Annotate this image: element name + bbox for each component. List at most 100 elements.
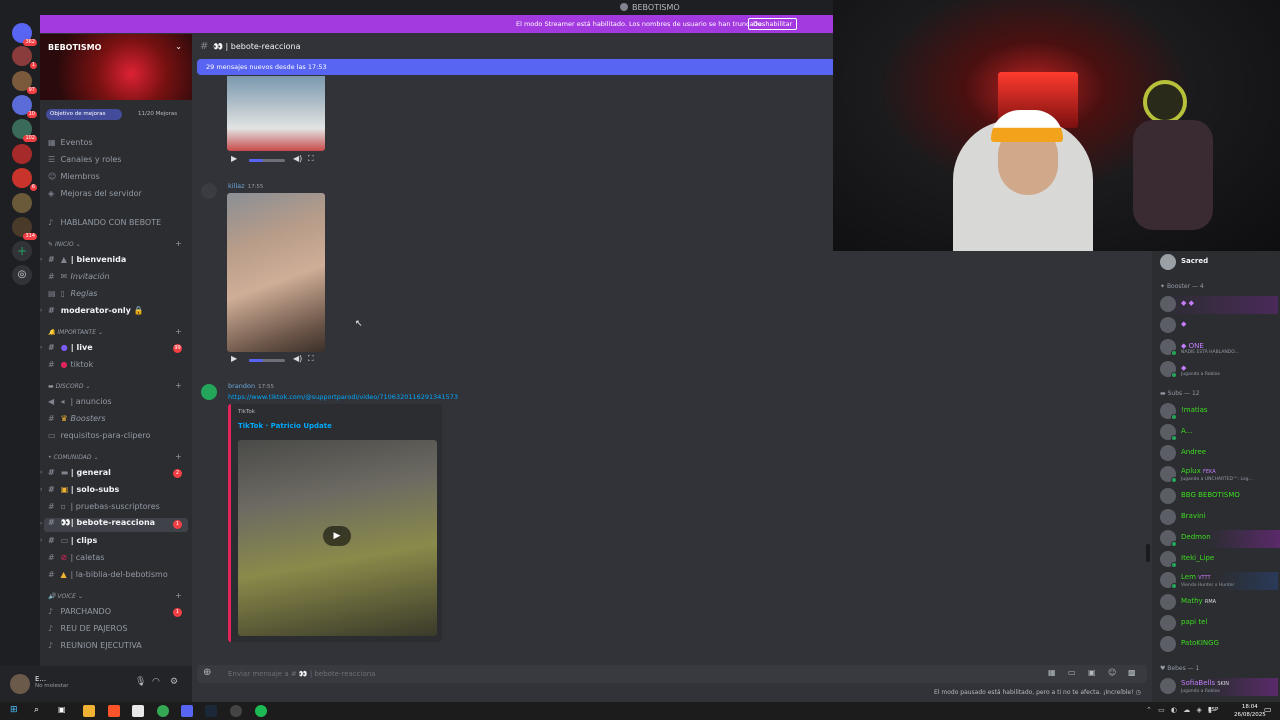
voice-channel-parchando[interactable]: ♪ PARCHANDO xyxy=(48,607,111,621)
category-comunidad[interactable]: • COMUNIDAD ⌄ xyxy=(48,454,98,461)
chevron-right-icon[interactable]: › xyxy=(40,307,42,314)
add-channel-icon[interactable]: + xyxy=(175,327,182,336)
chevron-right-icon[interactable]: › xyxy=(40,520,42,527)
play-icon[interactable]: ▶ xyxy=(231,354,237,363)
add-server-icon[interactable]: + xyxy=(12,241,32,261)
obs-icon[interactable] xyxy=(230,705,242,717)
spotify-icon[interactable] xyxy=(255,705,267,717)
server-icon[interactable] xyxy=(12,193,32,213)
voice-channel-reu[interactable]: ♪ REU DE PAJEROS xyxy=(48,624,127,638)
channel-invitacion[interactable]: # ✉ Invitación xyxy=(48,272,110,286)
add-channel-icon[interactable]: + xyxy=(175,381,182,390)
windows-start-icon[interactable]: ⊞ xyxy=(10,705,22,717)
channel-bienvenida[interactable]: # ▲ | bienvenida xyxy=(48,255,126,269)
message-author[interactable]: brandon 17:55 xyxy=(228,382,274,390)
member-item[interactable]: ◆ ◆ xyxy=(1160,296,1278,314)
channel-moderator-only[interactable]: # moderator-only 🔒 xyxy=(48,306,144,320)
channel-clips[interactable]: # ▭ | clips xyxy=(48,536,97,550)
chevron-right-icon[interactable]: › xyxy=(40,256,42,263)
message-author[interactable]: killaz 17:55 xyxy=(228,182,263,190)
category-importante[interactable]: 🔔 IMPORTANTE ⌄ xyxy=(48,329,103,336)
apps-icon[interactable]: ▩ xyxy=(1128,668,1136,677)
channel-solo-subs[interactable]: # ▣ | solo-subs xyxy=(48,485,119,499)
chevron-right-icon[interactable]: › xyxy=(40,537,42,544)
nav-members[interactable]: ☺ Miembros xyxy=(48,172,100,186)
calendar-app-icon[interactable] xyxy=(132,705,144,717)
microphone-icon[interactable]: 🎙 xyxy=(135,677,146,687)
disable-streamer-mode-button[interactable]: Deshabilitar xyxy=(748,18,798,30)
nav-server-boost[interactable]: ◈ Mejoras del servidor xyxy=(48,189,142,203)
fullscreen-icon[interactable]: ⛶ xyxy=(308,154,314,164)
boost-goal[interactable]: Objetivo de mejoras 11/20 Mejoras xyxy=(46,109,184,120)
channel-anuncios[interactable]: ◀ ◂ | anuncios xyxy=(48,397,112,411)
avatar[interactable] xyxy=(201,384,217,400)
server-icon[interactable]: 10 xyxy=(12,95,37,118)
notifications-icon[interactable]: ▭ xyxy=(1264,705,1276,717)
embed-title[interactable]: TikTok · Patricio Update xyxy=(238,422,332,430)
chevron-right-icon[interactable]: › xyxy=(40,469,42,476)
emoji-icon[interactable]: ☺ xyxy=(1108,668,1116,677)
channel-pruebas[interactable]: # ▫ | pruebas-suscriptores xyxy=(48,502,160,516)
add-channel-icon[interactable]: + xyxy=(175,452,182,461)
server-banner[interactable]: BEBOTISMO ⌄ xyxy=(40,34,192,100)
nav-events[interactable]: ▦ Eventos xyxy=(48,138,93,152)
chevron-down-icon[interactable]: ⌄ xyxy=(175,42,182,51)
message-video[interactable] xyxy=(227,193,325,352)
home-icon[interactable]: 362 xyxy=(12,23,37,46)
taskbar-clock[interactable]: 18:04 26/08/2025 xyxy=(1234,703,1266,719)
channel-caletas[interactable]: # ⊘ | caletas xyxy=(48,553,104,567)
play-icon[interactable]: ▶ xyxy=(323,526,351,546)
play-icon[interactable]: ▶ xyxy=(231,154,237,163)
discord-icon[interactable] xyxy=(181,705,193,717)
avatar[interactable] xyxy=(10,674,30,694)
channel-general[interactable]: # ▬ | general xyxy=(48,468,111,482)
message-image[interactable] xyxy=(227,76,325,151)
headphones-icon[interactable]: ◠ xyxy=(152,677,160,687)
add-attachment-icon[interactable]: ⊕ xyxy=(203,667,211,678)
task-view-icon[interactable]: ▣ xyxy=(58,705,70,717)
file-explorer-icon[interactable] xyxy=(83,705,95,717)
search-icon[interactable]: ⌕ xyxy=(34,705,46,717)
scrollbar[interactable] xyxy=(1146,544,1150,562)
server-icon[interactable]: 97 xyxy=(12,71,37,94)
gift-icon[interactable]: ▦ xyxy=(1048,668,1056,677)
chevron-right-icon[interactable]: › xyxy=(40,486,42,493)
nav-channels-roles[interactable]: ☰ Canales y roles xyxy=(48,155,121,169)
category-voice[interactable]: 🔊 VOICE ⌄ xyxy=(48,593,83,600)
gear-icon[interactable]: ⚙ xyxy=(170,677,178,687)
message-input[interactable]: Enviar mensaje a # 👀 | bebote-reacciona xyxy=(228,670,375,678)
chevron-right-icon[interactable]: › xyxy=(40,344,42,351)
message-link[interactable]: https://www.tiktok.com/@supportparodi/vi… xyxy=(228,393,458,401)
sticker-icon[interactable]: ▣ xyxy=(1088,668,1096,677)
explore-icon[interactable]: ◎ xyxy=(12,265,32,285)
member-item[interactable]: SofiaBells SKIN Jugando a Roblox xyxy=(1160,678,1278,696)
fullscreen-icon[interactable]: ⛶ xyxy=(308,354,314,364)
language-indicator[interactable]: ESP xyxy=(1208,707,1218,713)
avatar[interactable] xyxy=(201,183,217,199)
channel-boosters[interactable]: # ♛ Boosters xyxy=(48,414,106,428)
channel-bebote-reacciona[interactable]: # 👀| bebote-reacciona xyxy=(44,518,188,532)
steam-icon[interactable] xyxy=(205,705,217,717)
channel-biblia[interactable]: # ▲ | la-biblia-del-bebotismo xyxy=(48,570,168,584)
chrome-icon[interactable] xyxy=(157,705,169,717)
member-item[interactable]: Lem VTTT Viendo Hunter x Hunter xyxy=(1160,572,1278,590)
server-icon[interactable]: 1 xyxy=(12,46,37,69)
server-icon[interactable]: 314 xyxy=(12,217,37,240)
video-progress[interactable] xyxy=(249,159,285,162)
server-icon[interactable] xyxy=(12,144,32,164)
add-channel-icon[interactable]: + xyxy=(175,239,182,248)
category-inicio[interactable]: ✎ INICIO ⌄ xyxy=(48,241,81,248)
member-item[interactable]: Dedmon xyxy=(1160,530,1280,548)
volume-icon[interactable]: ◀) xyxy=(293,354,302,363)
server-icon[interactable]: 6 xyxy=(12,168,37,191)
voice-channel-reunion[interactable]: ♪ REUNION EJECUTIVA xyxy=(48,641,142,655)
new-messages-bar[interactable]: 29 mensajes nuevos desde las 17:53 xyxy=(197,59,833,75)
system-tray-icons[interactable]: ⌃ ▭ ◐ ☁ ◈ ▮ xyxy=(1146,706,1214,714)
video-progress[interactable] xyxy=(249,359,285,362)
add-channel-icon[interactable]: + xyxy=(175,591,182,600)
channel-requisitos[interactable]: ▭ requisitos-para-clipero xyxy=(48,431,150,445)
embed-video-thumbnail[interactable]: ▶ xyxy=(238,440,437,636)
server-icon[interactable]: 102 xyxy=(12,119,37,142)
channel-reglas[interactable]: ▤ ▯ Reglas xyxy=(48,289,97,303)
volume-icon[interactable]: ◀) xyxy=(293,154,302,163)
